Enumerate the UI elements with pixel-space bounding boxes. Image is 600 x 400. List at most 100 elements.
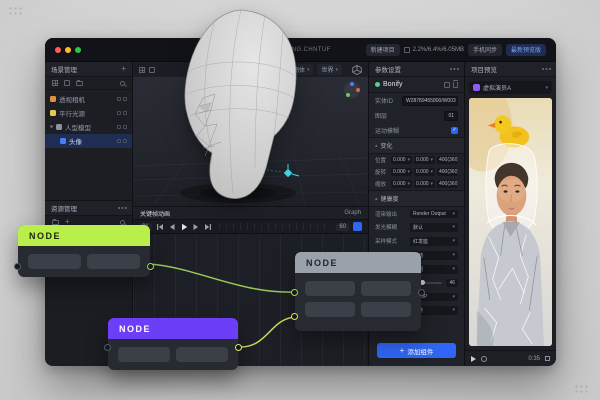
meter-icon — [403, 46, 410, 53]
loop-icon[interactable] — [481, 355, 487, 362]
input-port[interactable] — [14, 263, 21, 270]
more-icon[interactable] — [542, 68, 544, 70]
maximize-button[interactable] — [75, 46, 81, 53]
node-slot[interactable] — [87, 254, 140, 269]
perspective-cube-icon[interactable] — [352, 64, 362, 75]
node-slot[interactable] — [361, 302, 411, 317]
performance-stats: 2.2%/6.4%/6.05MB — [403, 46, 464, 53]
play-icon[interactable] — [180, 223, 188, 231]
actor-selector[interactable]: 虚拟演员A — [469, 81, 552, 94]
more-icon[interactable] — [118, 207, 120, 209]
position-y-field[interactable]: 0.000 — [414, 156, 435, 164]
chevron-down-icon — [452, 238, 455, 244]
tab-graph[interactable]: Graph — [344, 210, 361, 216]
scale-z-field[interactable]: 400(360) — [437, 180, 458, 188]
trash-icon[interactable] — [453, 79, 458, 88]
filter-icon[interactable] — [64, 80, 70, 86]
entity-id-field[interactable]: W28789455800/W003 — [402, 95, 458, 106]
layers-icon[interactable] — [52, 80, 58, 86]
layer-field[interactable]: 01 — [444, 110, 458, 121]
tree-item-model[interactable]: 人型模型 — [45, 120, 132, 134]
expand-caret-icon[interactable] — [49, 125, 54, 129]
node-slot[interactable] — [118, 347, 170, 362]
glow-blur-dropdown[interactable]: 默认 — [410, 222, 458, 232]
head-model-render[interactable] — [145, 6, 325, 208]
position-x-field[interactable]: 0.000 — [391, 156, 412, 164]
search-icon[interactable] — [120, 219, 125, 225]
lock-toggle[interactable] — [123, 111, 127, 115]
entity-row: Bonify — [369, 77, 464, 93]
tree-item-camera[interactable]: 透视相机 — [45, 92, 132, 106]
node-slot[interactable] — [305, 281, 355, 296]
render-output-dropdown[interactable]: Render Output — [410, 209, 458, 218]
new-project-button[interactable]: 新建项目 — [365, 43, 400, 56]
step-forward-icon[interactable] — [192, 223, 200, 231]
phone-sync-button[interactable]: 手机同步 — [467, 43, 502, 56]
output-port[interactable] — [418, 289, 425, 296]
rotation-z-field[interactable]: 400(360) — [437, 168, 458, 176]
more-icon[interactable] — [450, 68, 452, 70]
node-card-gray[interactable]: NODE — [291, 252, 425, 331]
scale-x-field[interactable]: 0.000 — [391, 180, 412, 188]
frame-ruler[interactable] — [218, 223, 330, 230]
play-icon[interactable] — [471, 355, 476, 362]
close-button[interactable] — [55, 46, 61, 53]
visibility-toggle[interactable] — [117, 111, 121, 115]
node-header[interactable]: NODE — [295, 252, 421, 273]
node-slot[interactable] — [361, 281, 411, 296]
input-port[interactable] — [104, 344, 111, 351]
add-component-button[interactable]: 添加组件 — [377, 343, 456, 358]
render-section-header[interactable]: 健康度 — [369, 190, 464, 207]
scene-toolbar — [45, 77, 132, 90]
scale-y-field[interactable]: 0.000 — [414, 180, 435, 188]
output-port[interactable] — [147, 263, 154, 270]
chevron-down-icon — [452, 224, 455, 230]
visibility-toggle[interactable] — [117, 139, 121, 143]
add-object-icon[interactable]: + — [121, 65, 126, 73]
input-port[interactable] — [291, 313, 298, 320]
group-icon[interactable] — [76, 79, 83, 86]
minimize-button[interactable] — [65, 46, 71, 53]
sample-mode-dropdown[interactable]: 红发座 — [410, 236, 458, 246]
node-card-purple[interactable]: NODE — [104, 318, 242, 370]
lock-toggle[interactable] — [123, 125, 127, 129]
duplicate-icon[interactable] — [444, 81, 450, 88]
search-icon[interactable] — [120, 80, 125, 86]
lock-toggle[interactable] — [123, 97, 127, 101]
tree-item-light[interactable]: 平行光源 — [45, 106, 132, 120]
node-slot[interactable] — [28, 254, 81, 269]
tree-item-head[interactable]: 头像 — [45, 134, 132, 148]
entity-id-row: 实体ID W28789455800/W003 — [369, 93, 464, 108]
preview-controls: 0:35 — [465, 350, 556, 366]
rotation-y-field[interactable]: 0.000 — [414, 168, 435, 176]
chevron-down-icon — [407, 169, 410, 175]
output-port[interactable] — [235, 344, 242, 351]
skip-end-icon[interactable] — [204, 223, 212, 231]
camera-icon — [50, 96, 56, 102]
transform-row-rotation: 旋转 0.000 0.000 400(360) — [369, 166, 464, 178]
lock-toggle[interactable] — [123, 139, 127, 143]
tab-keyframe-animation[interactable]: 关键帧动画 — [140, 209, 170, 218]
input-port[interactable] — [291, 289, 298, 296]
add-keyframe-button[interactable] — [353, 222, 362, 231]
node-card-green[interactable]: NODE — [14, 225, 154, 277]
frame-end-field[interactable]: 60 — [336, 222, 349, 231]
visibility-toggle[interactable] — [117, 125, 121, 129]
magnet-area-value[interactable]: 46 — [446, 279, 458, 287]
node-slot[interactable] — [176, 347, 228, 362]
fullscreen-icon[interactable] — [545, 356, 550, 361]
position-z-field[interactable]: 400(360) — [437, 156, 458, 164]
orbit-gizmo-icon[interactable] — [344, 82, 360, 98]
visibility-toggle[interactable] — [117, 97, 121, 101]
folder-icon[interactable] — [52, 218, 59, 225]
preview-time: 0:35 — [528, 355, 540, 362]
skip-start-icon[interactable] — [156, 223, 164, 231]
preview-version-button[interactable]: 最新预览版 — [505, 43, 546, 56]
motion-blur-checkbox[interactable] — [451, 126, 458, 134]
node-header[interactable]: NODE — [108, 318, 238, 339]
node-slot[interactable] — [305, 302, 355, 317]
node-header[interactable]: NODE — [18, 225, 150, 246]
step-back-icon[interactable] — [168, 223, 176, 231]
rotation-x-field[interactable]: 0.000 — [391, 168, 412, 176]
transform-section-header[interactable]: 变化 — [369, 137, 464, 154]
